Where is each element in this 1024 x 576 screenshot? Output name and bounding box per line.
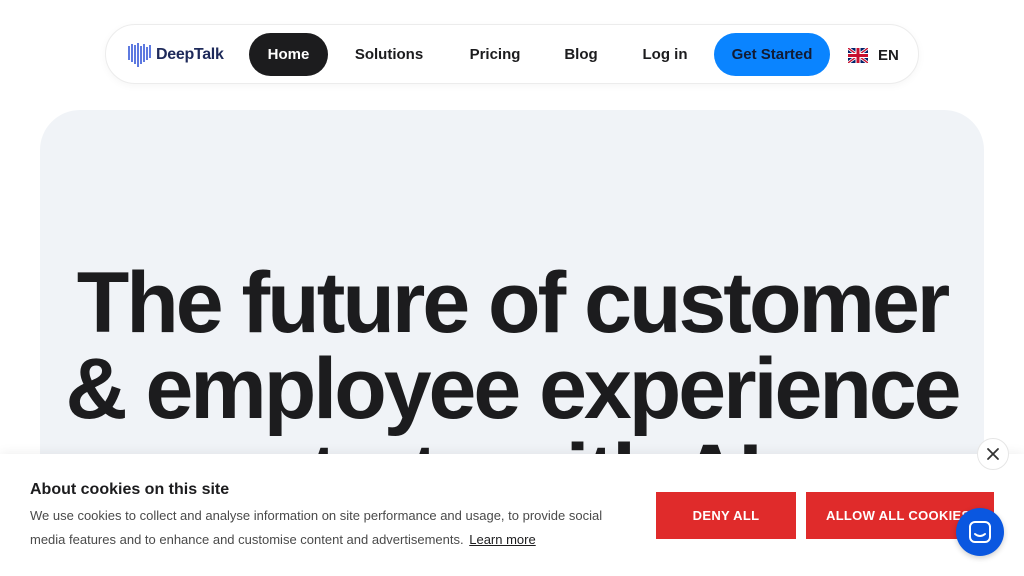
logo[interactable]: DeepTalk [128, 42, 224, 68]
nav-login[interactable]: Log in [630, 33, 700, 76]
uk-flag-icon [848, 48, 868, 63]
headline-line-2: & employee experience [65, 341, 961, 437]
get-started-button[interactable]: Get Started [714, 33, 830, 76]
nav-blog[interactable]: Blog [554, 33, 608, 76]
cookie-title: About cookies on this site [30, 481, 230, 498]
chat-icon [969, 521, 991, 543]
nav-solutions[interactable]: Solutions [338, 33, 440, 76]
top-navigation: DeepTalk Home Solutions Pricing Blog Log… [105, 24, 919, 84]
cookie-banner: About cookies on this site We use cookie… [0, 454, 1024, 576]
cookie-description: We use cookies to collect and analyse in… [30, 504, 630, 552]
language-label: EN [878, 47, 899, 64]
language-selector[interactable]: EN [848, 47, 899, 64]
deny-all-button[interactable]: DENY ALL [656, 492, 796, 539]
cookie-close-button[interactable] [977, 438, 1009, 470]
headline-line-1: The future of customer [76, 255, 951, 351]
nav-pricing[interactable]: Pricing [454, 33, 536, 76]
close-icon [987, 448, 999, 460]
logo-text: DeepTalk [156, 46, 224, 63]
chat-widget-button[interactable] [956, 508, 1004, 556]
learn-more-link[interactable]: Learn more [469, 532, 535, 547]
nav-home[interactable]: Home [249, 33, 328, 76]
logo-icon [128, 43, 151, 67]
